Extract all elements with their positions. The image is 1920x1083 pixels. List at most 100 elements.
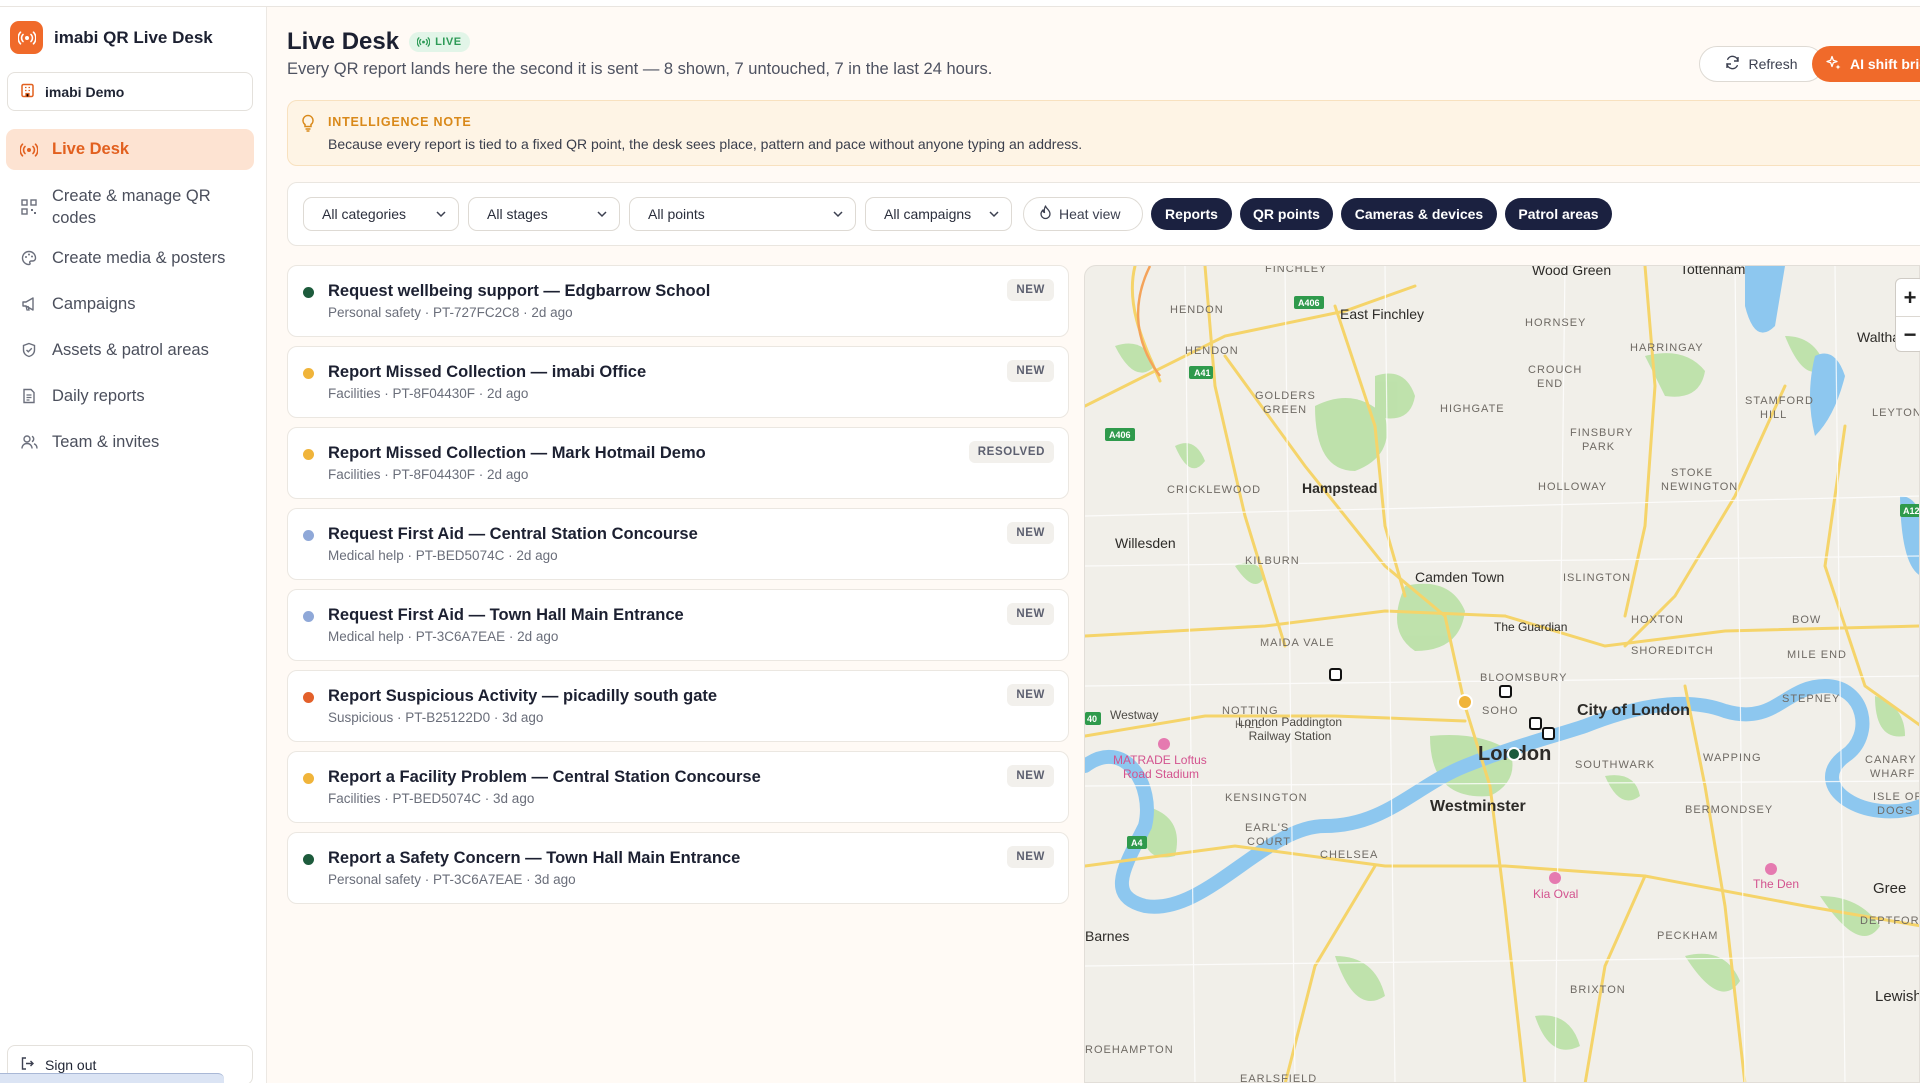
nav-label: Create & manage QR codes <box>52 187 211 227</box>
broadcast-icon <box>20 141 38 159</box>
report-card[interactable]: Request wellbeing support — Edgbarrow Sc… <box>287 265 1069 337</box>
qr-point-marker[interactable] <box>1329 668 1342 681</box>
map-label: Westway <box>1110 708 1158 722</box>
category-dot <box>303 530 314 541</box>
heat-view-toggle[interactable]: Heat view <box>1023 197 1143 231</box>
map-view[interactable]: FINCHLEY HENDON HENDON HORNSEY HARRINGAY… <box>1084 265 1920 1083</box>
nav-item-live-desk[interactable]: Live Desk <box>6 129 254 170</box>
chevron-down-icon <box>434 207 448 224</box>
org-switcher[interactable]: imabi Demo <box>7 72 253 111</box>
chevron-down-icon <box>987 207 1001 224</box>
map-label: HENDON <box>1170 304 1224 316</box>
nav-item-daily-reports[interactable]: Daily reports <box>6 373 254 419</box>
refresh-button[interactable]: Refresh <box>1699 46 1824 82</box>
report-meta: Suspicious · PT-B25122D0 · 3d ago <box>328 710 544 725</box>
qr-point-marker[interactable] <box>1499 685 1512 698</box>
report-marker[interactable] <box>1457 694 1473 710</box>
map-label: Road Stadium <box>1123 767 1199 781</box>
venue-icon <box>1549 872 1561 884</box>
sidebar: imabi QR Live Desk imabi Demo Live Desk … <box>0 7 267 1083</box>
layer-reports-label: Reports <box>1165 206 1218 222</box>
point-select[interactable]: All points <box>629 197 856 231</box>
flame-icon <box>1039 205 1052 223</box>
report-title: Report Missed Collection — imabi Office <box>328 363 647 381</box>
map-label: STOKE <box>1671 467 1713 479</box>
category-select[interactable]: All categories <box>303 197 459 231</box>
nav-item-qr-codes[interactable]: Create & manage QR codes <box>6 179 254 235</box>
map-label: BERMONDSEY <box>1685 804 1773 816</box>
water-bodies <box>1745 266 1919 575</box>
layer-patrol-areas-toggle[interactable]: Patrol areas <box>1505 198 1612 230</box>
report-meta: Personal safety · PT-3C6A7EAE · 3d ago <box>328 872 576 887</box>
map-label: Barnes <box>1085 928 1129 944</box>
brand[interactable]: imabi QR Live Desk <box>10 21 213 54</box>
intelligence-note: INTELLIGENCE NOTE Because every report i… <box>287 100 1920 166</box>
report-marker[interactable] <box>1507 747 1521 761</box>
road-shield: A12 <box>1903 506 1920 516</box>
road-shield: A406 <box>1109 430 1131 440</box>
report-card[interactable]: Report a Facility Problem — Central Stat… <box>287 751 1069 823</box>
nav-item-media-posters[interactable]: Create media & posters <box>6 235 254 281</box>
layer-patrol-areas-label: Patrol areas <box>1518 206 1599 222</box>
report-title: Report a Safety Concern — Town Hall Main… <box>328 849 741 867</box>
ai-shift-brief-label: AI shift brie <box>1850 56 1920 72</box>
map-label: HIGHGATE <box>1440 403 1505 415</box>
status-badge: NEW <box>1007 603 1054 625</box>
map-label: Lewish <box>1875 988 1920 1005</box>
zoom-in-button[interactable]: + <box>1896 279 1920 316</box>
map-zoom-controls: + − <box>1895 278 1920 352</box>
campaign-select[interactable]: All campaigns <box>865 197 1012 231</box>
layer-cameras-devices-toggle[interactable]: Cameras & devices <box>1341 198 1497 230</box>
map-label: Tottenham <box>1680 266 1745 277</box>
map-label: WAPPING <box>1703 752 1762 764</box>
layer-qr-points-toggle[interactable]: QR points <box>1240 198 1333 230</box>
nav-item-assets-patrol[interactable]: Assets & patrol areas <box>6 327 254 373</box>
status-badge: NEW <box>1007 279 1054 301</box>
page-subtitle: Every QR report lands here the second it… <box>287 60 993 78</box>
qr-point-marker[interactable] <box>1542 727 1555 740</box>
nav-label: Daily reports <box>52 386 145 405</box>
qr-point-marker[interactable] <box>1529 717 1542 730</box>
nav-label: Assets & patrol areas <box>52 340 209 359</box>
stage-select-value: All stages <box>487 206 548 222</box>
stage-select[interactable]: All stages <box>468 197 620 231</box>
status-tooltip <box>0 1073 224 1083</box>
map-label: ISLE OF <box>1873 791 1920 803</box>
map-label: NEWINGTON <box>1661 481 1738 493</box>
report-title: Request First Aid — Town Hall Main Entra… <box>328 606 684 624</box>
map-label: HOXTON <box>1631 614 1684 626</box>
layer-qr-points-label: QR points <box>1253 206 1320 222</box>
map-label: GREEN <box>1263 404 1307 416</box>
ai-shift-brief-button[interactable]: AI shift brie <box>1812 46 1920 82</box>
map-label: ISLINGTON <box>1563 572 1631 584</box>
map-label: HORNSEY <box>1525 317 1586 329</box>
map-label: DOGS <box>1877 805 1913 817</box>
map-label: Kia Oval <box>1533 887 1578 901</box>
category-dot <box>303 692 314 703</box>
note-title: INTELLIGENCE NOTE <box>328 115 472 129</box>
map-label: SHOREDITCH <box>1631 645 1714 657</box>
nav-item-campaigns[interactable]: Campaigns <box>6 281 254 327</box>
map-label: Railway Station <box>1249 729 1332 743</box>
report-card[interactable]: Report Suspicious Activity — picadilly s… <box>287 670 1069 742</box>
sparkle-icon <box>1826 55 1842 74</box>
report-card[interactable]: Report a Safety Concern — Town Hall Main… <box>287 832 1069 904</box>
map-label: BRIXTON <box>1570 984 1626 996</box>
zoom-out-button[interactable]: − <box>1896 316 1920 353</box>
nav-label: Campaigns <box>52 294 136 313</box>
sign-out-label: Sign out <box>45 1057 97 1073</box>
status-badge: NEW <box>1007 846 1054 868</box>
report-card[interactable]: Request First Aid — Town Hall Main Entra… <box>287 589 1069 661</box>
report-card[interactable]: Report Missed Collection — Mark Hotmail … <box>287 427 1069 499</box>
category-dot <box>303 449 314 460</box>
map-label: END <box>1537 378 1563 390</box>
chevron-down-icon <box>595 207 609 224</box>
top-border <box>0 0 1920 7</box>
report-card[interactable]: Request First Aid — Central Station Conc… <box>287 508 1069 580</box>
campaign-select-value: All campaigns <box>884 206 972 222</box>
map-canvas[interactable]: FINCHLEY HENDON HENDON HORNSEY HARRINGAY… <box>1085 266 1920 1083</box>
layer-reports-toggle[interactable]: Reports <box>1151 198 1232 230</box>
nav-item-team-invites[interactable]: Team & invites <box>6 419 254 465</box>
category-select-value: All categories <box>322 206 407 222</box>
report-card[interactable]: Report Missed Collection — imabi Office … <box>287 346 1069 418</box>
